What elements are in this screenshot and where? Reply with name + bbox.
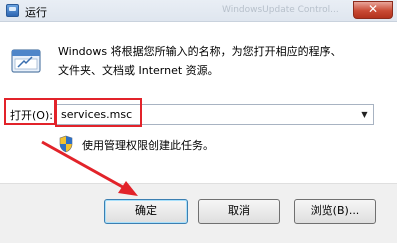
run-app-icon — [6, 4, 19, 17]
highlight-box-input — [55, 98, 142, 127]
cancel-button[interactable]: 取消 — [198, 199, 280, 224]
highlight-box-label — [4, 98, 56, 125]
description-line-1: Windows 将根据您所输入的名称，为您打开相应的程序、 — [58, 45, 342, 58]
chevron-down-icon[interactable]: ▼ — [356, 105, 373, 124]
description: Windows 将根据您所输入的名称，为您打开相应的程序、 文件夹、文档或 In… — [58, 42, 388, 80]
browse-button[interactable]: 浏览(B)... — [294, 199, 376, 224]
run-dialog-icon — [11, 49, 41, 73]
uac-shield-icon — [59, 135, 73, 153]
title-bar[interactable]: 运行 WindowsUpdate Control... ✕ — [0, 0, 397, 22]
description-line-2: 文件夹、文档或 Internet 资源。 — [58, 64, 219, 77]
window-title: 运行 — [25, 6, 47, 19]
ok-button[interactable]: 确定 — [104, 199, 188, 224]
close-button[interactable]: ✕ — [353, 1, 393, 19]
admin-note-text: 使用管理权限创建此任务。 — [82, 139, 214, 152]
background-window-text: WindowsUpdate Control... — [222, 5, 339, 15]
